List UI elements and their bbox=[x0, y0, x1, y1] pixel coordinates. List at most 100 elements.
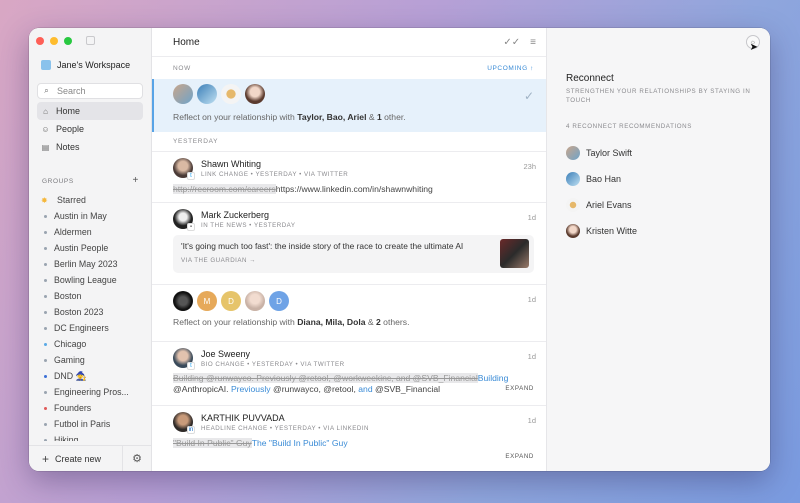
news-source-link[interactable]: VIA THE GUARDIAN → bbox=[181, 257, 494, 264]
workspace-switcher[interactable]: Jane's Workspace bbox=[41, 60, 130, 70]
sidebar-group-item[interactable]: Berlin May 2023 bbox=[41, 256, 147, 272]
feed-item[interactable]: in KARTHIK PUVVADA HEADLINE CHANGE • YES… bbox=[152, 405, 546, 471]
group-label: Starred bbox=[57, 195, 86, 205]
group-label: Bowling League bbox=[54, 275, 117, 285]
avatar bbox=[566, 224, 580, 238]
sidebar-group-item[interactable]: Austin in May bbox=[41, 208, 147, 224]
group-color-dot bbox=[44, 262, 47, 266]
now-section-header: NOW UPCOMING ↑ bbox=[152, 57, 546, 79]
bio-added: and bbox=[358, 384, 373, 394]
reflect-card[interactable]: Reflect on your relationship with Taylor… bbox=[152, 79, 546, 132]
sidebar-group-item[interactable]: Aldermen bbox=[41, 224, 147, 240]
sidebar-group-item[interactable]: Hiking bbox=[41, 432, 147, 441]
sidebar-group-item[interactable]: Gaming bbox=[41, 352, 147, 368]
new-value: The "Build In Public" Guy bbox=[251, 438, 348, 448]
group-color-dot bbox=[44, 246, 47, 250]
sidebar-group-item[interactable]: Bowling League bbox=[41, 272, 147, 288]
sidebar-toggle-icon[interactable] bbox=[86, 36, 95, 45]
group-label: Austin in May bbox=[54, 211, 107, 221]
recommendation-list: Taylor Swift Bao Han Ariel Evans Kristen… bbox=[566, 140, 756, 244]
timestamp: 1d bbox=[527, 295, 536, 304]
group-label: Berlin May 2023 bbox=[54, 259, 118, 269]
new-value: Building bbox=[477, 373, 509, 383]
person-name[interactable]: Joe Sweeny bbox=[201, 349, 345, 359]
sidebar-group-item[interactable]: Engineering Pros... bbox=[41, 384, 147, 400]
mark-all-done-icon[interactable]: ✓✓ bbox=[503, 37, 520, 48]
avatar bbox=[221, 84, 241, 104]
reflect-prefix: Reflect on your relationship with bbox=[173, 317, 298, 327]
group-label: Chicago bbox=[54, 339, 87, 349]
recommendation-item[interactable]: Taylor Swift bbox=[566, 140, 756, 166]
expand-button[interactable]: EXPAND bbox=[173, 453, 534, 460]
reflect-card[interactable]: M D D 1d Reflect on your relationship wi… bbox=[152, 284, 546, 341]
groups-header: GROUPS + bbox=[42, 175, 139, 186]
person-name: Taylor Swift bbox=[586, 148, 633, 158]
sidebar-group-item[interactable]: Austin People bbox=[41, 240, 147, 256]
search-input[interactable]: ⌕ Search bbox=[37, 83, 143, 99]
sidebar-group-item[interactable]: Chicago bbox=[41, 336, 147, 352]
create-new-button[interactable]: + Create new bbox=[29, 446, 123, 471]
avatar bbox=[566, 198, 580, 212]
sidebar-group-item[interactable]: Founders bbox=[41, 400, 147, 416]
group-label: DND 🧙 bbox=[54, 370, 87, 381]
minimize-window-button[interactable] bbox=[50, 36, 58, 45]
group-color-dot bbox=[44, 422, 47, 426]
old-value: Building @runwayco. Previously @retool, … bbox=[173, 373, 478, 383]
recommendation-item[interactable]: Ariel Evans bbox=[566, 192, 756, 218]
star-icon: ✸ bbox=[41, 195, 48, 205]
reflect-names: Diana, Mila, Dola bbox=[297, 317, 366, 327]
sidebar-group-item[interactable]: Futbol in Paris bbox=[41, 416, 147, 432]
add-group-button[interactable]: + bbox=[133, 175, 139, 186]
feed-item[interactable]: t Joe Sweeny BIO CHANGE • YESTERDAY • VI… bbox=[152, 341, 546, 405]
mouse-cursor-icon: ➤ bbox=[749, 42, 758, 53]
group-color-dot bbox=[44, 230, 47, 234]
sidebar-group-item[interactable]: Boston bbox=[41, 288, 147, 304]
group-label: Gaming bbox=[54, 355, 85, 365]
sidebar-item-people[interactable]: ☺ People bbox=[37, 120, 143, 138]
person-name[interactable]: Shawn Whiting bbox=[201, 159, 348, 169]
search-icon: ⌕ bbox=[44, 86, 49, 95]
window-controls bbox=[36, 36, 95, 45]
group-label: Engineering Pros... bbox=[54, 387, 129, 397]
new-value[interactable]: https://www.linkedin.com/in/shawnwhiting bbox=[276, 184, 433, 194]
bio-text: @AnthropicAI. bbox=[173, 384, 231, 394]
plus-icon: + bbox=[42, 451, 50, 466]
sidebar-group-item[interactable]: Boston 2023 bbox=[41, 304, 147, 320]
sidebar-nav: ⌕ Search ⌂ Home ☺ People ▤ Notes bbox=[37, 83, 143, 156]
sidebar-item-notes[interactable]: ▤ Notes bbox=[37, 138, 143, 156]
mark-done-icon[interactable]: ✓ bbox=[524, 89, 534, 103]
group-color-dot bbox=[44, 342, 47, 346]
reflect-prefix: Reflect on your relationship with bbox=[173, 112, 298, 122]
filter-icon[interactable]: ≡ bbox=[530, 37, 536, 48]
reflect-suffix: others. bbox=[380, 317, 410, 327]
sidebar-item-label: Home bbox=[56, 106, 81, 116]
create-new-label: Create new bbox=[55, 453, 102, 464]
group-color-dot bbox=[44, 214, 47, 218]
avatar-group: M D D bbox=[173, 291, 534, 311]
reconnect-title: Reconnect bbox=[566, 73, 614, 84]
avatar bbox=[197, 84, 217, 104]
feed-item[interactable]: t Shawn Whiting LINK CHANGE • YESTERDAY … bbox=[152, 151, 546, 202]
recommendation-item[interactable]: Bao Han bbox=[566, 166, 756, 192]
sidebar-group-item[interactable]: DC Engineers bbox=[41, 320, 147, 336]
person-name: Bao Han bbox=[586, 174, 622, 184]
news-card[interactable]: 'It's going much too fast': the inside s… bbox=[173, 235, 534, 273]
sidebar-item-home[interactable]: ⌂ Home bbox=[37, 102, 143, 120]
avatar: M bbox=[197, 291, 217, 311]
zoom-window-button[interactable] bbox=[64, 36, 72, 45]
sidebar-group-item[interactable]: ✸ Starred bbox=[41, 192, 147, 208]
reconnect-panel: ☼ ➤ Reconnect STRENGTHEN YOUR RELATIONSH… bbox=[547, 28, 770, 471]
recommendation-item[interactable]: Kristen Witte bbox=[566, 218, 756, 244]
settings-button[interactable]: ⚙ bbox=[123, 452, 151, 465]
close-window-button[interactable] bbox=[36, 36, 44, 45]
sidebar-group-item[interactable]: DND 🧙 bbox=[41, 368, 147, 384]
timestamp: 23h bbox=[523, 162, 536, 171]
person-name[interactable]: Mark Zuckerberg bbox=[201, 210, 295, 220]
feed-item[interactable]: ▪ Mark Zuckerberg IN THE NEWS • YESTERDA… bbox=[152, 202, 546, 284]
person-name[interactable]: KARTHIK PUVVADA bbox=[201, 413, 369, 423]
bio-text: @SVB_Financial bbox=[372, 384, 441, 394]
app-window: Jane's Workspace ⌕ Search ⌂ Home ☺ Peopl… bbox=[29, 28, 770, 471]
upcoming-link[interactable]: UPCOMING ↑ bbox=[487, 65, 534, 72]
news-thumbnail bbox=[500, 239, 529, 268]
avatar: D bbox=[269, 291, 289, 311]
